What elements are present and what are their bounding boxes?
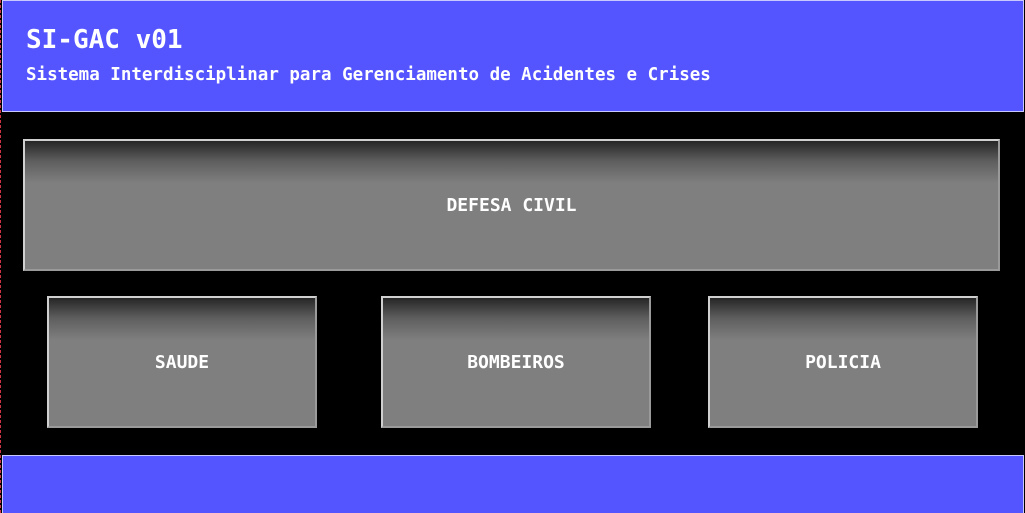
saude-button[interactable]: SAUDE xyxy=(47,296,317,428)
footer-bar xyxy=(2,455,1024,513)
app-title: SI-GAC v01 xyxy=(26,25,183,55)
app-window: SI-GAC v01 Sistema Interdisciplinar para… xyxy=(0,0,1025,513)
policia-button[interactable]: POLICIA xyxy=(708,296,978,428)
app-subtitle: Sistema Interdisciplinar para Gerenciame… xyxy=(26,65,711,85)
defesa-civil-button[interactable]: DEFESA CIVIL xyxy=(23,139,1000,271)
header-banner: SI-GAC v01 Sistema Interdisciplinar para… xyxy=(2,0,1024,112)
bombeiros-button[interactable]: BOMBEIROS xyxy=(381,296,651,428)
